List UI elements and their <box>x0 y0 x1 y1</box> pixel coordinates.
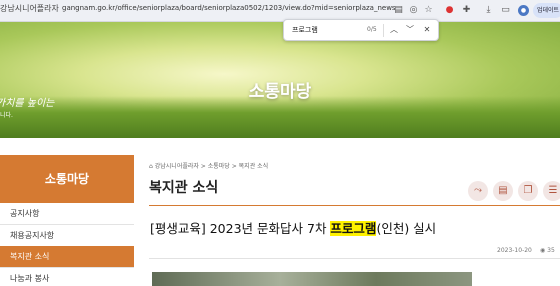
grass-decoration <box>0 96 560 138</box>
profile-avatar-icon[interactable]: ● <box>518 5 529 16</box>
home-icon[interactable]: ⌂ <box>149 163 153 170</box>
page-title: 복지관 소식 <box>149 180 219 196</box>
hero-title: 소통마당 <box>248 82 312 102</box>
eye-off-icon[interactable]: ◎ <box>408 5 419 16</box>
update-button[interactable]: 업데이트 <box>533 3 560 18</box>
extensions-puzzle-icon[interactable]: ✚ <box>461 5 472 16</box>
sidebar-item-notices[interactable]: 공지사항 <box>0 203 134 225</box>
find-input[interactable]: 프로그램 <box>292 25 318 35</box>
page-info-icon[interactable]: ▤ <box>393 5 404 16</box>
find-divider <box>383 24 384 37</box>
meta-divider <box>149 258 560 259</box>
close-icon[interactable]: ✕ <box>421 24 433 36</box>
hero-banner: 가치를 높이는 니다. 소통마당 <box>0 22 560 138</box>
hero-slogan-sub: 니다. <box>0 112 13 119</box>
share-icon[interactable]: ⤳ <box>468 181 488 201</box>
breadcrumb: ⌂ 강남시니어플라자 > 소통마당 > 복지관 소식 <box>149 161 268 170</box>
find-highlight: 프로그램 <box>330 221 377 236</box>
views-indicator: ◉ 35 <box>540 247 555 254</box>
post-date: 2023-10-20 <box>497 247 532 254</box>
tab-group-icon[interactable]: ▭ <box>500 5 511 16</box>
post-title-suffix: (인천) 실시 <box>376 221 437 236</box>
eye-icon: ◉ <box>540 247 546 254</box>
sidebar-item-job-notices[interactable]: 채용공지사항 <box>0 225 134 247</box>
chevron-down-icon[interactable]: ﹀ <box>404 24 416 36</box>
post-photo <box>152 272 472 286</box>
find-in-page-bar: 프로그램 0/5 ︿ ﹀ ✕ <box>283 19 439 41</box>
extension-icon[interactable]: ● <box>444 5 455 16</box>
view-count: 35 <box>547 247 555 254</box>
print-icon[interactable]: ▤ <box>493 181 513 201</box>
address-bar-url[interactable]: gangnam.go.kr/office/seniorplaza/board/s… <box>62 4 396 12</box>
sidebar-heading: 소통마당 <box>0 155 134 203</box>
bookmark-star-icon[interactable]: ☆ <box>423 5 434 16</box>
sidebar-item-volunteer[interactable]: 나눔과 봉사 <box>0 268 134 286</box>
site-logo-fragment: 강남시니어플라자 <box>0 4 59 13</box>
title-divider <box>149 205 560 206</box>
browser-toolbar: 강남시니어플라자 gangnam.go.kr/office/seniorplaz… <box>0 0 560 22</box>
document-icon[interactable]: ☰ <box>543 181 560 201</box>
breadcrumb-text: 강남시니어플라자 > 소통마당 > 복지관 소식 <box>154 163 269 170</box>
copy-icon[interactable]: ❐ <box>518 181 538 201</box>
download-icon[interactable]: ⤓ <box>483 5 494 16</box>
post-title-prefix: [평생교육] 2023년 문화답사 7차 <box>150 221 331 236</box>
sidebar-item-news[interactable]: 복지관 소식 <box>0 246 134 268</box>
chevron-up-icon[interactable]: ︿ <box>388 24 400 36</box>
find-match-count: 0/5 <box>367 26 377 33</box>
post-title: [평생교육] 2023년 문화답사 7차 프로그램(인천) 실시 <box>150 218 436 237</box>
